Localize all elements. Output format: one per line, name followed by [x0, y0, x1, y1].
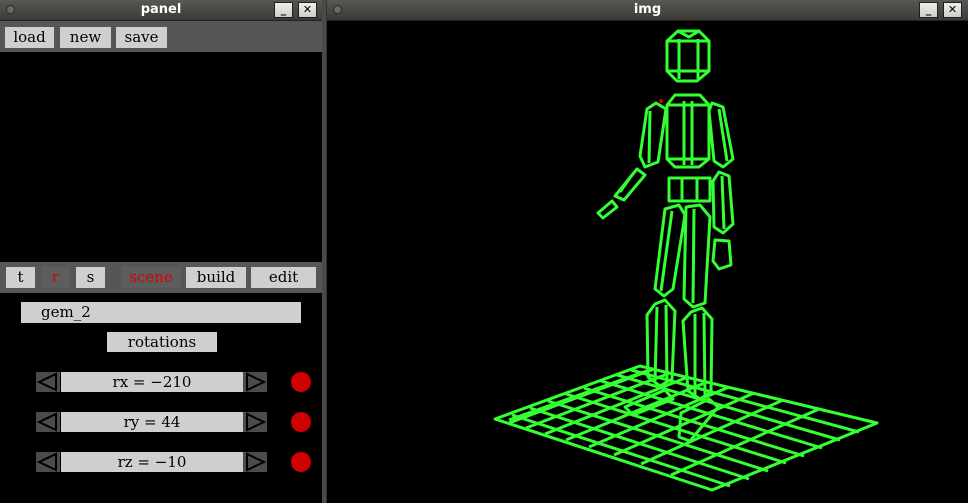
rx-slider[interactable]: rx = −210	[61, 372, 243, 392]
img-window: img _ ✕	[326, 0, 968, 503]
window-menu-icon[interactable]	[6, 5, 15, 14]
save-button[interactable]: save	[116, 27, 167, 48]
panel-properties: gem_2 rotations rx = −210 ry = 44 rz = −…	[0, 293, 322, 503]
left-arm	[596, 101, 668, 220]
floor-grid	[493, 364, 879, 492]
load-button[interactable]: load	[5, 27, 54, 48]
panel-window-title: panel	[140, 2, 182, 17]
close-button[interactable]: ✕	[298, 2, 317, 18]
right-arm	[707, 101, 735, 271]
tab-scene[interactable]: scene	[121, 267, 181, 288]
ry-slider[interactable]: ry = 44	[61, 412, 243, 432]
tab-build[interactable]: build	[186, 267, 246, 288]
pelvis	[667, 176, 712, 203]
mode-rotate-button[interactable]: r	[41, 267, 70, 288]
minimize-button[interactable]: _	[919, 2, 938, 18]
new-button[interactable]: new	[60, 27, 111, 48]
rotations-label: rotations	[107, 332, 217, 352]
panel-titlebar[interactable]: panel _ ✕	[0, 0, 322, 21]
window-menu-icon[interactable]	[333, 5, 342, 14]
rx-decrease-arrow-icon[interactable]	[36, 372, 60, 392]
close-button[interactable]: ✕	[943, 2, 962, 18]
rz-increase-arrow-icon[interactable]	[243, 452, 267, 472]
rx-reset-dot[interactable]	[291, 372, 311, 392]
img-window-title: img	[633, 2, 662, 17]
ry-decrease-arrow-icon[interactable]	[36, 412, 60, 432]
minimize-button[interactable]: _	[274, 2, 293, 18]
panel-toolbar: load new save	[0, 21, 322, 52]
mode-translate-button[interactable]: t	[6, 267, 35, 288]
rx-increase-arrow-icon[interactable]	[243, 372, 267, 392]
img-titlebar[interactable]: img _ ✕	[327, 0, 968, 21]
panel-blank-area	[0, 52, 322, 262]
rz-slider[interactable]: rz = −10	[61, 452, 243, 472]
rz-reset-dot[interactable]	[291, 452, 311, 472]
tab-edit[interactable]: edit	[251, 267, 316, 288]
head	[665, 29, 711, 83]
rz-decrease-arrow-icon[interactable]	[36, 452, 60, 472]
ry-increase-arrow-icon[interactable]	[243, 412, 267, 432]
mode-scale-button[interactable]: s	[76, 267, 105, 288]
wireframe-viewport[interactable]	[327, 21, 968, 503]
selected-joint-marker	[659, 99, 663, 103]
ry-reset-dot[interactable]	[291, 412, 311, 432]
object-name-field[interactable]: gem_2	[21, 302, 301, 323]
torso	[665, 93, 711, 169]
panel-window: panel _ ✕ load new save t r s scene buil…	[0, 0, 322, 503]
panel-mode-bar: t r s scene build edit	[0, 262, 322, 293]
